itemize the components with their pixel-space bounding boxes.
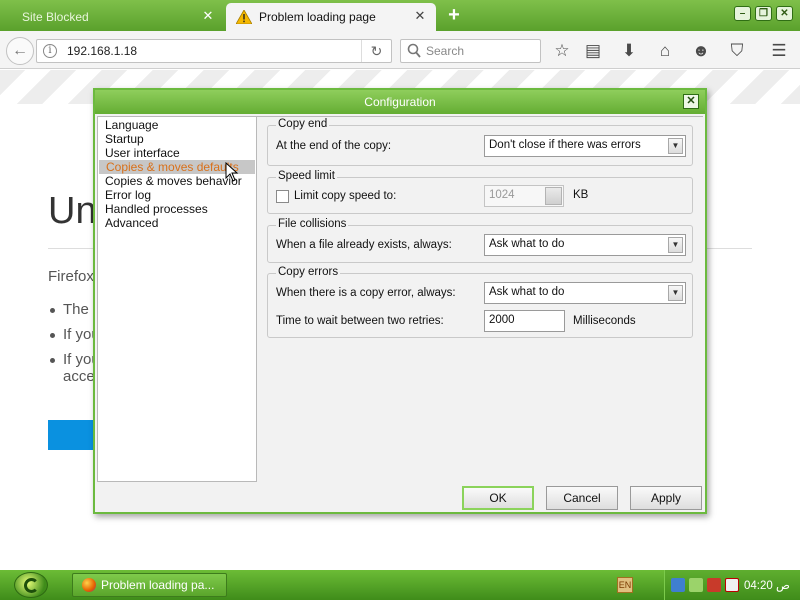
- retry-wait-input[interactable]: 2000: [484, 310, 565, 332]
- bullet-text: The: [63, 301, 89, 318]
- taskbar-item-firefox[interactable]: Problem loading pa...: [72, 573, 227, 597]
- limit-speed-label: Limit copy speed to:: [294, 190, 397, 202]
- close-window-icon[interactable]: ✕: [776, 6, 793, 21]
- bullet-icon: [50, 358, 55, 363]
- copy-error-select[interactable]: Ask what to do ▼: [484, 282, 686, 304]
- reload-icon[interactable]: ↻: [361, 40, 391, 62]
- network-icon[interactable]: [671, 578, 685, 592]
- page-title: Un: [48, 190, 97, 232]
- language-indicator[interactable]: EN: [617, 577, 633, 593]
- clock[interactable]: 04:20 ص: [744, 578, 790, 592]
- start-button[interactable]: [14, 572, 48, 598]
- tab-problem-loading[interactable]: Problem loading page ✕: [226, 3, 436, 31]
- file-collision-label: When a file already exists, always:: [276, 239, 452, 251]
- download-icon[interactable]: ⬇: [618, 40, 640, 62]
- antivirus-icon[interactable]: [707, 578, 721, 592]
- chevron-down-icon[interactable]: ▼: [668, 237, 683, 253]
- tab-label: Site Blocked: [22, 10, 89, 24]
- cancel-button[interactable]: Cancel: [546, 486, 618, 510]
- try-again-button[interactable]: [48, 420, 98, 450]
- input-value: 2000: [489, 314, 515, 326]
- configuration-dialog: Configuration ✕ Language Startup User in…: [93, 88, 707, 514]
- navigation-toolbar: ← i 192.168.1.18 ↻ Search ☆ ▤ ⬇ ⌂ ☻ ⛉ ☰: [0, 31, 800, 69]
- copy-error-label: When there is a copy error, always:: [276, 287, 456, 299]
- ok-button[interactable]: OK: [462, 486, 534, 510]
- stepper-buttons[interactable]: [545, 187, 562, 205]
- close-icon[interactable]: ✕: [683, 94, 699, 109]
- stepper-value: 1024: [489, 189, 515, 201]
- list-item-error-log[interactable]: Error log: [98, 188, 256, 202]
- close-icon[interactable]: ✕: [200, 8, 216, 24]
- file-collision-select[interactable]: Ask what to do ▼: [484, 234, 686, 256]
- bullet-icon: [50, 308, 55, 313]
- chevron-down-icon[interactable]: ▼: [668, 285, 683, 301]
- mouse-cursor-icon: [225, 162, 239, 182]
- start-logo-icon: [24, 578, 39, 593]
- search-input[interactable]: Search: [400, 39, 541, 63]
- group-copy-end: Copy end At the end of the copy: Don't c…: [267, 118, 693, 166]
- list-item-user-interface[interactable]: User interface: [98, 146, 256, 160]
- select-value: Ask what to do: [489, 286, 565, 298]
- list-item-startup[interactable]: Startup: [98, 132, 256, 146]
- copy-end-label: At the end of the copy:: [276, 140, 392, 152]
- bookmark-star-icon[interactable]: ☆: [551, 40, 573, 62]
- group-title: File collisions: [276, 218, 349, 230]
- group-copy-errors: Copy errors When there is a copy error, …: [267, 266, 693, 338]
- close-icon[interactable]: ✕: [412, 8, 428, 24]
- intro-text: Firefox: [48, 268, 94, 285]
- pocket-icon[interactable]: ⛉: [726, 40, 748, 62]
- home-icon[interactable]: ⌂: [654, 40, 676, 62]
- new-tab-button[interactable]: +: [444, 4, 464, 26]
- chevron-down-icon[interactable]: ▼: [668, 138, 683, 154]
- info-icon[interactable]: i: [43, 44, 57, 58]
- bullet-icon: [50, 333, 55, 338]
- list-item-advanced[interactable]: Advanced: [98, 216, 256, 230]
- copy-end-select[interactable]: Don't close if there was errors ▼: [484, 135, 686, 157]
- tab-strip: Site Blocked ✕ Problem loading page ✕ + …: [0, 0, 800, 31]
- taskbar: Problem loading pa... EN 04:20 ص: [0, 570, 800, 600]
- group-speed-limit: Speed limit Limit copy speed to: 1024 KB: [267, 170, 693, 214]
- warning-icon: [236, 10, 252, 24]
- url-bar[interactable]: i 192.168.1.18 ↻: [36, 39, 392, 63]
- minimize-icon[interactable]: –: [734, 6, 751, 21]
- select-value: Don't close if there was errors: [489, 139, 641, 151]
- settings-category-list: Language Startup User interface Copies &…: [97, 116, 257, 482]
- sync-icon[interactable]: [689, 578, 703, 592]
- back-arrow-icon[interactable]: ←: [6, 37, 34, 65]
- group-file-collisions: File collisions When a file already exis…: [267, 218, 693, 263]
- select-value: Ask what to do: [489, 238, 565, 250]
- shield-icon[interactable]: [725, 578, 739, 592]
- speed-unit: KB: [573, 189, 589, 201]
- retry-unit: Milliseconds: [573, 315, 636, 327]
- reading-list-icon[interactable]: ▤: [582, 40, 604, 62]
- group-title: Copy errors: [276, 266, 341, 278]
- smiley-icon[interactable]: ☻: [690, 40, 712, 62]
- speed-limit-stepper[interactable]: 1024: [484, 185, 564, 207]
- list-item-handled-processes[interactable]: Handled processes: [98, 202, 256, 216]
- limit-speed-checkbox[interactable]: [276, 190, 289, 203]
- task-label: Problem loading pa...: [101, 578, 215, 592]
- tab-label: Problem loading page: [259, 10, 376, 24]
- apply-button[interactable]: Apply: [630, 486, 702, 510]
- settings-panel: Copy end At the end of the copy: Don't c…: [257, 116, 703, 482]
- list-item-language[interactable]: Language: [98, 118, 256, 132]
- dialog-title: Configuration: [95, 90, 705, 114]
- group-title: Speed limit: [276, 170, 337, 182]
- search-icon: [407, 43, 421, 58]
- menu-icon[interactable]: ☰: [768, 40, 790, 62]
- bullet-text-continuation: acce: [63, 368, 95, 385]
- firefox-icon: [82, 578, 96, 592]
- retry-wait-label: Time to wait between two retries:: [276, 315, 444, 327]
- search-placeholder: Search: [426, 44, 465, 58]
- group-title: Copy end: [276, 118, 330, 130]
- tab-site-blocked[interactable]: Site Blocked ✕: [0, 3, 224, 31]
- maximize-icon[interactable]: ❐: [755, 6, 772, 21]
- url-text: 192.168.1.18: [67, 44, 138, 58]
